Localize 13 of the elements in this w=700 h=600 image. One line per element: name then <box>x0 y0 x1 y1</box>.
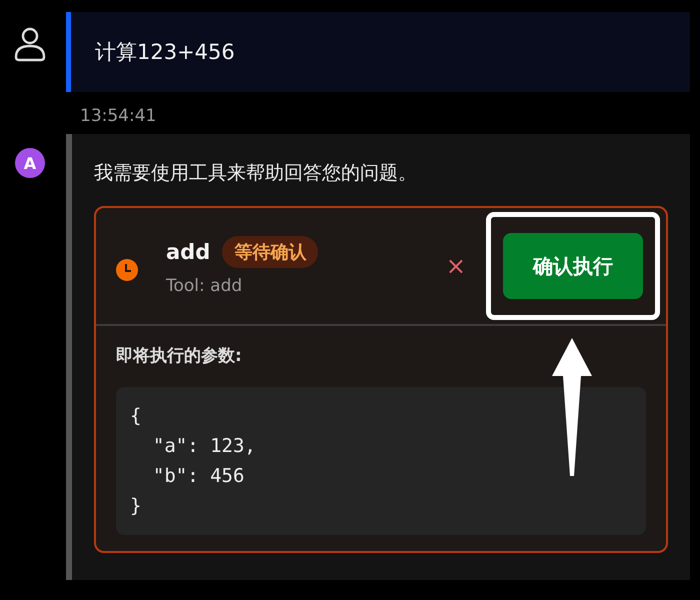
assistant-avatar: A <box>15 148 45 178</box>
timestamp: 13:54:41 <box>79 105 158 128</box>
tool-name: add <box>166 240 210 264</box>
message-text: 计算123+456 <box>95 39 235 66</box>
tool-subtitle: Tool: add <box>166 276 244 296</box>
params-label: 即将执行的参数: <box>116 345 243 367</box>
confirm-button[interactable]: 确认执行 <box>503 233 643 299</box>
message-text: 我需要使用工具来帮助回答您的问题。 <box>94 161 418 186</box>
code-block: { "a": 123, "b": 456 } <box>116 387 646 535</box>
user-icon <box>14 26 46 62</box>
reject-button[interactable]: × <box>442 252 470 280</box>
clock-icon <box>116 259 138 281</box>
status-badge: 等待确认 <box>222 236 318 268</box>
